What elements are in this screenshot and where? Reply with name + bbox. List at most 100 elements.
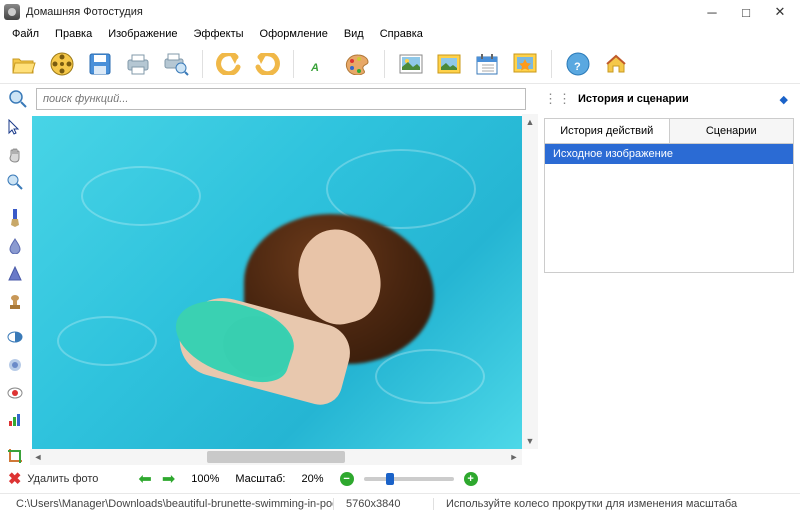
crop-tool[interactable] — [6, 447, 24, 465]
zoom-percent: 100% — [191, 473, 219, 485]
print-preview-button[interactable] — [160, 48, 192, 80]
palette-button[interactable] — [342, 48, 374, 80]
maximize-button[interactable]: □ — [738, 4, 754, 20]
print-button[interactable] — [122, 48, 154, 80]
menu-view[interactable]: Вид — [338, 26, 370, 42]
zoom-slider[interactable] — [364, 477, 454, 481]
prev-button[interactable]: ⬅ — [138, 469, 151, 489]
palette-icon — [345, 53, 371, 75]
folder-open-icon — [11, 53, 37, 75]
undo-button[interactable] — [213, 48, 245, 80]
menu-design[interactable]: Оформление — [254, 26, 334, 42]
scroll-thumb[interactable] — [524, 132, 536, 431]
history-list[interactable]: Исходное изображение — [544, 143, 794, 273]
toolbar-separator — [551, 50, 552, 78]
calendar-button[interactable] — [471, 48, 503, 80]
main-area: ▲ ▼ ◄ ► История действий Сценарии Исходн… — [0, 114, 800, 465]
delete-icon: ✖ — [8, 469, 21, 489]
canvas-image — [32, 116, 522, 449]
redo-icon — [254, 53, 280, 75]
hand-tool[interactable] — [6, 146, 24, 164]
cursor-tool[interactable] — [6, 118, 24, 136]
search-bar-row: ⋮⋮ История и сценарии ◆ — [0, 84, 800, 114]
brush-icon — [9, 209, 21, 227]
scroll-down-icon[interactable]: ▼ — [522, 433, 538, 449]
panel-expand-icon[interactable]: ◆ — [780, 93, 788, 106]
open-button[interactable] — [8, 48, 40, 80]
main-toolbar: A ? — [0, 44, 800, 84]
menubar: Файл Правка Изображение Эффекты Оформлен… — [0, 24, 800, 44]
crop-icon — [7, 448, 23, 464]
history-item[interactable]: Исходное изображение — [545, 144, 793, 164]
next-button[interactable]: ➡ — [162, 469, 175, 489]
scroll-left-icon[interactable]: ◄ — [30, 449, 46, 465]
tab-history[interactable]: История действий — [545, 119, 670, 143]
image-canvas[interactable] — [32, 116, 522, 449]
zoom-in-button[interactable]: + — [464, 472, 478, 486]
cone-icon — [8, 266, 22, 282]
menu-help[interactable]: Справка — [374, 26, 429, 42]
left-toolbar — [0, 114, 30, 465]
image-icon — [399, 54, 423, 74]
help-button[interactable]: ? — [562, 48, 594, 80]
frame-button[interactable] — [433, 48, 465, 80]
home-button[interactable] — [600, 48, 632, 80]
eye-icon — [7, 387, 23, 399]
app-icon — [4, 4, 20, 20]
toolbar-separator — [293, 50, 294, 78]
minimize-button[interactable]: ─ — [704, 4, 720, 20]
zoom-icon — [7, 174, 23, 190]
brush-tool[interactable] — [6, 209, 24, 227]
menu-image[interactable]: Изображение — [102, 26, 183, 42]
bottom-bar: ✖ Удалить фото ⬅ ➡ 100% Масштаб: 20% − + — [0, 465, 800, 493]
hand-icon — [7, 147, 23, 163]
vertical-scrollbar[interactable]: ▲ ▼ — [522, 114, 538, 449]
favorites-button[interactable] — [509, 48, 541, 80]
slider-thumb[interactable] — [386, 473, 394, 485]
save-icon — [88, 52, 112, 76]
drop-tool[interactable] — [6, 237, 24, 255]
horizontal-scrollbar[interactable]: ◄ ► — [30, 449, 522, 465]
delete-photo-button[interactable]: ✖ Удалить фото — [8, 469, 98, 489]
zoom-out-button[interactable]: − — [340, 472, 354, 486]
close-button[interactable]: ✕ — [772, 4, 788, 20]
scroll-thumb[interactable] — [207, 451, 345, 463]
redo-button[interactable] — [251, 48, 283, 80]
toolbar-separator — [202, 50, 203, 78]
text-button[interactable]: A — [304, 48, 336, 80]
insert-image-button[interactable] — [395, 48, 427, 80]
scroll-track[interactable] — [46, 449, 506, 465]
levels-tool[interactable] — [6, 412, 24, 430]
magnifier-icon — [8, 89, 28, 109]
scroll-right-icon[interactable]: ► — [506, 449, 522, 465]
menu-effects[interactable]: Эффекты — [188, 26, 250, 42]
photo-icon — [437, 54, 461, 74]
canvas-area: ▲ ▼ ◄ ► — [30, 114, 538, 465]
status-bar: C:\Users\Manager\Downloads\beautiful-bru… — [0, 493, 800, 513]
star-photo-icon — [513, 53, 537, 75]
scale-value: 20% — [302, 473, 324, 485]
titlebar: Домашняя Фотостудия ─ □ ✕ — [0, 0, 800, 24]
svg-text:?: ? — [574, 61, 581, 73]
menu-edit[interactable]: Правка — [49, 26, 98, 42]
status-path: C:\Users\Manager\Downloads\beautiful-bru… — [4, 498, 334, 510]
scroll-up-icon[interactable]: ▲ — [522, 114, 538, 130]
search-input[interactable] — [36, 88, 526, 110]
status-dimensions: 5760x3840 — [334, 498, 434, 510]
zoom-tool[interactable] — [6, 173, 24, 191]
blur-tool[interactable] — [6, 356, 24, 374]
menu-file[interactable]: Файл — [6, 26, 45, 42]
search-icon[interactable] — [6, 87, 30, 111]
save-button[interactable] — [84, 48, 116, 80]
panel-grip-icon[interactable]: ⋮⋮ — [544, 91, 572, 107]
home-icon — [604, 52, 628, 76]
toolbar-separator — [384, 50, 385, 78]
contrast-tool[interactable] — [6, 328, 24, 346]
cone-tool[interactable] — [6, 265, 24, 283]
effects-button[interactable] — [46, 48, 78, 80]
stamp-tool[interactable] — [6, 293, 24, 311]
redeye-tool[interactable] — [6, 384, 24, 402]
tab-scenarios[interactable]: Сценарии — [670, 119, 794, 143]
drop-icon — [9, 238, 21, 254]
cursor-icon — [8, 119, 22, 135]
